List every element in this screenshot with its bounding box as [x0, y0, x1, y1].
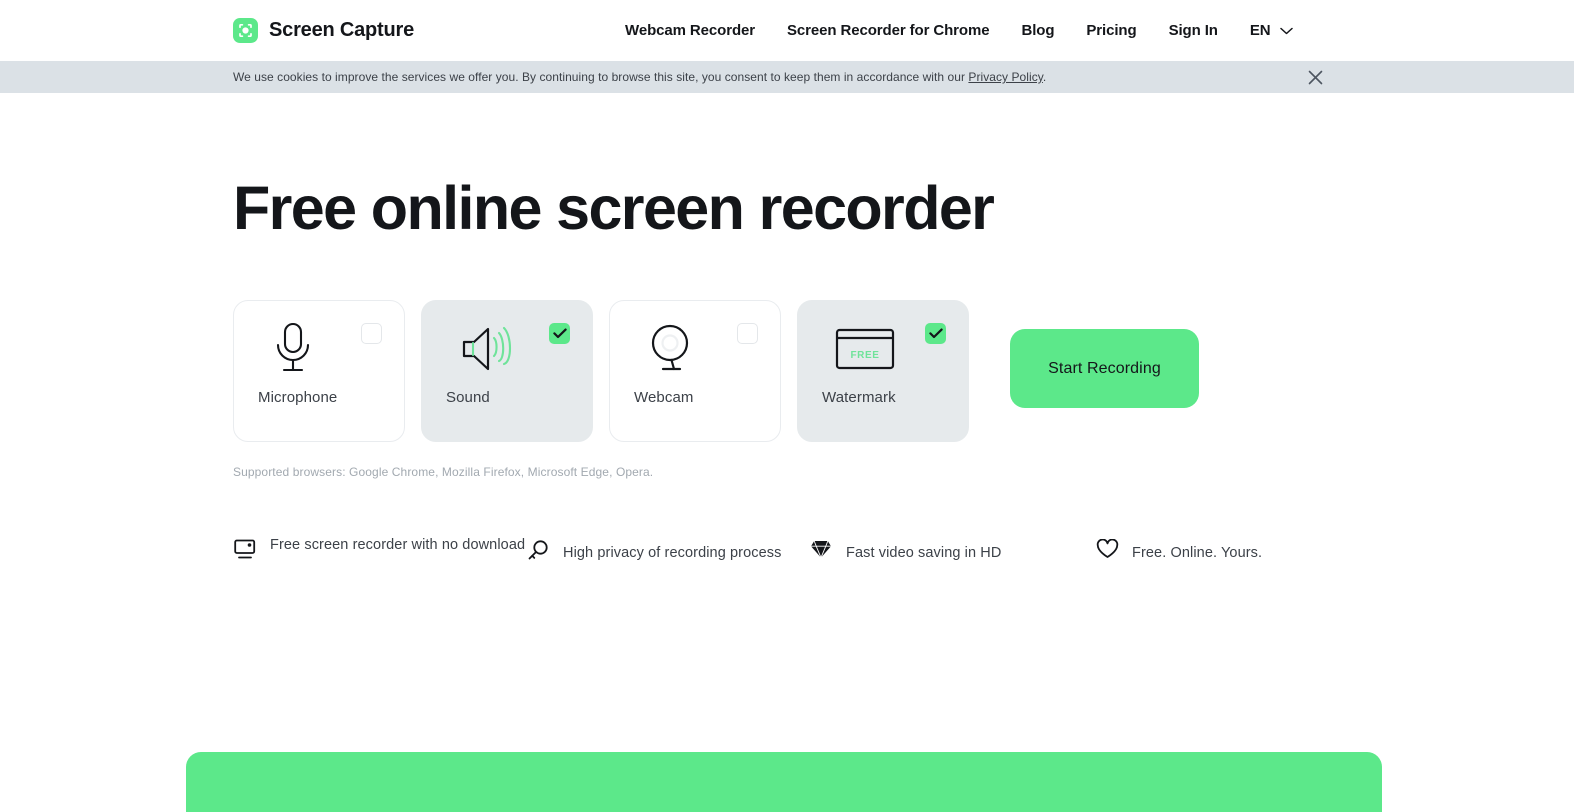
- cookie-text-tail: .: [1042, 70, 1047, 84]
- monitor-icon: [233, 539, 257, 560]
- brand-logo[interactable]: Screen Capture: [233, 18, 414, 43]
- bottom-green-panel: [186, 752, 1382, 812]
- option-card-sound[interactable]: Sound: [421, 300, 593, 442]
- page-title: Free online screen recorder: [233, 174, 995, 242]
- nav-screen-recorder-chrome[interactable]: Screen Recorder for Chrome: [787, 22, 990, 39]
- heart-icon: [1095, 539, 1119, 559]
- option-card-watermark[interactable]: FREE Watermark: [797, 300, 969, 442]
- diamond-icon: [809, 539, 833, 559]
- start-recording-button[interactable]: Start Recording: [1010, 329, 1199, 408]
- option-card-microphone[interactable]: Microphone: [233, 300, 405, 442]
- option-checkbox-webcam[interactable]: [737, 323, 758, 344]
- privacy-policy-link[interactable]: Privacy Policy: [968, 70, 1043, 84]
- webcam-icon: [610, 301, 780, 389]
- feature-item: Fast video saving in HD: [809, 536, 1095, 562]
- option-checkbox-sound[interactable]: [549, 323, 570, 344]
- cookie-text-body: We use cookies to improve the services w…: [233, 70, 969, 84]
- option-checkbox-watermark[interactable]: [925, 323, 946, 344]
- feature-list: Free screen recorder with no download Hi…: [233, 536, 1574, 562]
- supported-browsers-note: Supported browsers: Google Chrome, Mozil…: [233, 465, 654, 479]
- main-content: Free online screen recorder Microphone S…: [0, 178, 1574, 562]
- feature-text: High privacy of recording process: [563, 545, 782, 561]
- recording-options-row: Microphone Sound Webcam FREE Watermark S…: [233, 300, 1574, 442]
- chevron-down-icon: [1279, 22, 1293, 40]
- watermark-icon: FREE: [798, 301, 968, 389]
- svg-text:FREE: FREE: [850, 350, 879, 361]
- option-card-webcam[interactable]: Webcam: [609, 300, 781, 442]
- nav-pricing[interactable]: Pricing: [1086, 22, 1136, 39]
- feature-text: Fast video saving in HD: [846, 545, 1002, 561]
- nav-blog[interactable]: Blog: [1021, 22, 1054, 39]
- nav-webcam-recorder[interactable]: Webcam Recorder: [625, 22, 755, 39]
- cookie-consent-banner: We use cookies to improve the services w…: [0, 61, 1574, 93]
- screen-capture-logo-icon: [233, 18, 258, 43]
- feature-item: Free. Online. Yours.: [1095, 536, 1355, 562]
- speaker-sound-icon: [422, 301, 592, 389]
- option-checkbox-microphone[interactable]: [361, 323, 382, 344]
- close-icon[interactable]: [1304, 66, 1326, 88]
- language-label: EN: [1249, 22, 1271, 39]
- language-selector[interactable]: EN: [1250, 22, 1293, 40]
- brand-name: Screen Capture: [269, 19, 415, 41]
- feature-item: Free screen recorder with no download: [233, 536, 526, 560]
- magnifier-key-icon: [526, 539, 550, 561]
- option-label-sound: Sound: [446, 389, 490, 406]
- cookie-consent-text: We use cookies to improve the services w…: [233, 70, 1046, 84]
- option-label-webcam: Webcam: [634, 389, 694, 406]
- feature-text: Free screen recorder with no download: [270, 537, 526, 553]
- option-label-microphone: Microphone: [258, 389, 338, 406]
- option-label-watermark: Watermark: [822, 389, 896, 406]
- main-navigation: Webcam Recorder Screen Recorder for Chro…: [625, 22, 1293, 40]
- site-header: Screen Capture Webcam Recorder Screen Re…: [0, 0, 1574, 61]
- microphone-icon: [234, 301, 404, 389]
- feature-item: High privacy of recording process: [526, 536, 809, 562]
- feature-text: Free. Online. Yours.: [1132, 545, 1263, 561]
- nav-sign-in[interactable]: Sign In: [1169, 22, 1218, 39]
